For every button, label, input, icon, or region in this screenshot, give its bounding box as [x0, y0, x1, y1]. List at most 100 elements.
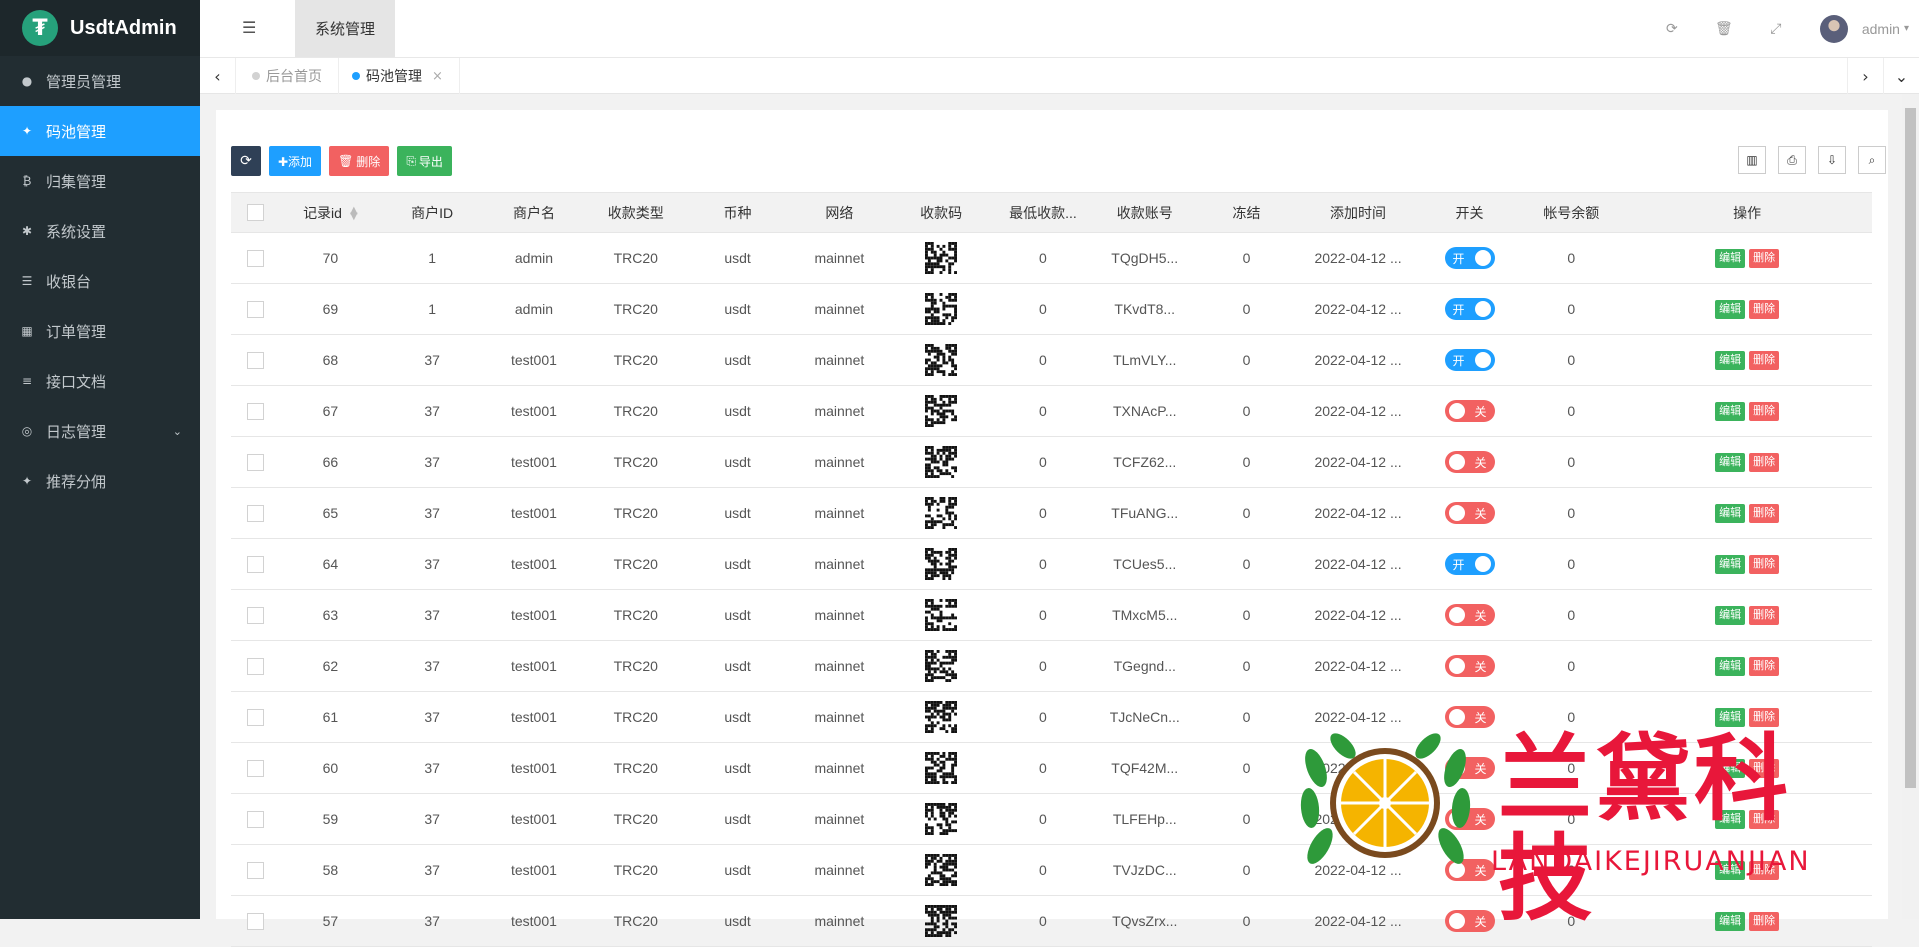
logo[interactable]: ₮ UsdtAdmin: [0, 0, 200, 56]
row-checkbox[interactable]: [246, 657, 264, 675]
delete-button[interactable]: 🗑︎ 删除: [329, 146, 390, 176]
delete-row-button[interactable]: 删除: [1749, 912, 1780, 931]
qr-code-icon[interactable]: [925, 650, 958, 682]
row-checkbox[interactable]: [246, 606, 264, 624]
page-tab[interactable]: 码池管理 ×: [336, 58, 460, 94]
delete-row-button[interactable]: 删除: [1749, 810, 1780, 829]
status-switch[interactable]: 开: [1444, 247, 1495, 269]
tabs-left-arrow-icon[interactable]: ‹: [200, 58, 236, 94]
delete-row-button[interactable]: 删除: [1749, 861, 1780, 880]
qr-code-icon[interactable]: [925, 242, 958, 274]
qr-code-icon[interactable]: [925, 293, 958, 325]
refresh-icon[interactable]: ⟳: [1646, 21, 1698, 37]
export-icon[interactable]: ⇩: [1818, 146, 1846, 174]
edit-button[interactable]: 编辑: [1715, 300, 1746, 319]
row-checkbox[interactable]: [246, 504, 264, 522]
status-switch[interactable]: 关: [1444, 859, 1495, 881]
page-scrollbar[interactable]: [1902, 94, 1919, 919]
delete-row-button[interactable]: 删除: [1749, 555, 1780, 574]
edit-button[interactable]: 编辑: [1715, 504, 1746, 523]
status-switch[interactable]: 关: [1444, 757, 1495, 779]
qr-code-icon[interactable]: [925, 752, 958, 784]
delete-row-button[interactable]: 删除: [1749, 249, 1780, 268]
edit-button[interactable]: 编辑: [1715, 606, 1746, 625]
column-header[interactable]: 记录id ▲ ▼: [279, 192, 382, 233]
status-switch[interactable]: 关: [1444, 400, 1495, 422]
delete-row-button[interactable]: 删除: [1749, 759, 1780, 778]
top-menu-tab[interactable]: 系统管理: [295, 0, 395, 57]
status-switch[interactable]: 关: [1444, 808, 1495, 830]
qr-code-icon[interactable]: [925, 905, 958, 937]
row-checkbox[interactable]: [246, 453, 264, 471]
row-checkbox[interactable]: [246, 249, 264, 267]
delete-row-button[interactable]: 删除: [1749, 657, 1780, 676]
search-icon[interactable]: ⌕: [1858, 146, 1886, 174]
qr-code-icon[interactable]: [925, 854, 958, 886]
edit-button[interactable]: 编辑: [1715, 351, 1746, 370]
row-checkbox[interactable]: [246, 351, 264, 369]
sidebar-item[interactable]: ✦ 码池管理: [0, 106, 200, 156]
edit-button[interactable]: 编辑: [1715, 402, 1746, 421]
edit-button[interactable]: 编辑: [1715, 555, 1746, 574]
user-menu[interactable]: admin ▾: [1802, 14, 1919, 43]
fullscreen-icon[interactable]: ⤢: [1750, 21, 1802, 37]
status-switch[interactable]: 关: [1444, 706, 1495, 728]
status-switch[interactable]: 开: [1444, 298, 1495, 320]
scrollbar-thumb[interactable]: [1905, 108, 1916, 788]
sort-icon[interactable]: ▲ ▼: [350, 205, 358, 221]
edit-button[interactable]: 编辑: [1715, 453, 1746, 472]
status-switch[interactable]: 开: [1444, 553, 1495, 575]
row-checkbox[interactable]: [246, 300, 264, 318]
status-switch[interactable]: 开: [1444, 349, 1495, 371]
delete-row-button[interactable]: 删除: [1749, 300, 1780, 319]
refresh-button[interactable]: ⟳: [231, 146, 261, 176]
row-checkbox[interactable]: [246, 555, 264, 573]
add-button[interactable]: ✚添加: [269, 146, 322, 176]
delete-row-button[interactable]: 删除: [1749, 606, 1780, 625]
edit-button[interactable]: 编辑: [1715, 657, 1746, 676]
sidebar-item[interactable]: ✦ 推荐分佣: [0, 456, 200, 506]
export-button[interactable]: ⎘ 导出: [397, 146, 452, 176]
close-icon[interactable]: ×: [432, 69, 443, 84]
delete-row-button[interactable]: 删除: [1749, 708, 1780, 727]
status-switch[interactable]: 关: [1444, 910, 1495, 932]
page-tab[interactable]: 后台首页: [236, 58, 339, 94]
sidebar-item[interactable]: ☰ 收银台: [0, 256, 200, 306]
sidebar-item[interactable]: ₿ 归集管理: [0, 156, 200, 206]
tabs-dropdown-icon[interactable]: ⌄: [1883, 58, 1919, 94]
sidebar-item[interactable]: ● 管理员管理: [0, 56, 200, 106]
menu-toggle-icon[interactable]: ☰: [242, 18, 256, 37]
status-switch[interactable]: 关: [1444, 655, 1495, 677]
qr-code-icon[interactable]: [925, 599, 958, 631]
select-all-checkbox[interactable]: [246, 204, 264, 222]
sidebar-item[interactable]: ◎ 日志管理 ⌄: [0, 406, 200, 456]
row-checkbox[interactable]: [246, 402, 264, 420]
qr-code-icon[interactable]: [925, 548, 958, 580]
status-switch[interactable]: 关: [1444, 604, 1495, 626]
delete-row-button[interactable]: 删除: [1749, 453, 1780, 472]
qr-code-icon[interactable]: [925, 701, 958, 733]
delete-row-button[interactable]: 删除: [1749, 351, 1780, 370]
edit-button[interactable]: 编辑: [1715, 708, 1746, 727]
row-checkbox[interactable]: [246, 861, 264, 879]
qr-code-icon[interactable]: [925, 446, 958, 478]
row-checkbox[interactable]: [246, 708, 264, 726]
edit-button[interactable]: 编辑: [1715, 810, 1746, 829]
sidebar-item[interactable]: ✱ 系统设置: [0, 206, 200, 256]
trash-icon[interactable]: 🗑︎: [1698, 21, 1750, 37]
tabs-right-arrow-icon[interactable]: ›: [1847, 58, 1883, 94]
qr-code-icon[interactable]: [925, 803, 958, 835]
edit-button[interactable]: 编辑: [1715, 759, 1746, 778]
qr-code-icon[interactable]: [925, 497, 958, 529]
edit-button[interactable]: 编辑: [1715, 249, 1746, 268]
delete-row-button[interactable]: 删除: [1749, 504, 1780, 523]
row-checkbox[interactable]: [246, 759, 264, 777]
row-checkbox[interactable]: [246, 912, 264, 930]
delete-row-button[interactable]: 删除: [1749, 402, 1780, 421]
sidebar-item[interactable]: ▦ 订单管理: [0, 306, 200, 356]
qr-code-icon[interactable]: [925, 344, 958, 376]
qr-code-icon[interactable]: [925, 395, 958, 427]
sidebar-item[interactable]: ≡ 接口文档: [0, 356, 200, 406]
print-icon[interactable]: ⎙: [1778, 146, 1806, 174]
status-switch[interactable]: 关: [1444, 451, 1495, 473]
